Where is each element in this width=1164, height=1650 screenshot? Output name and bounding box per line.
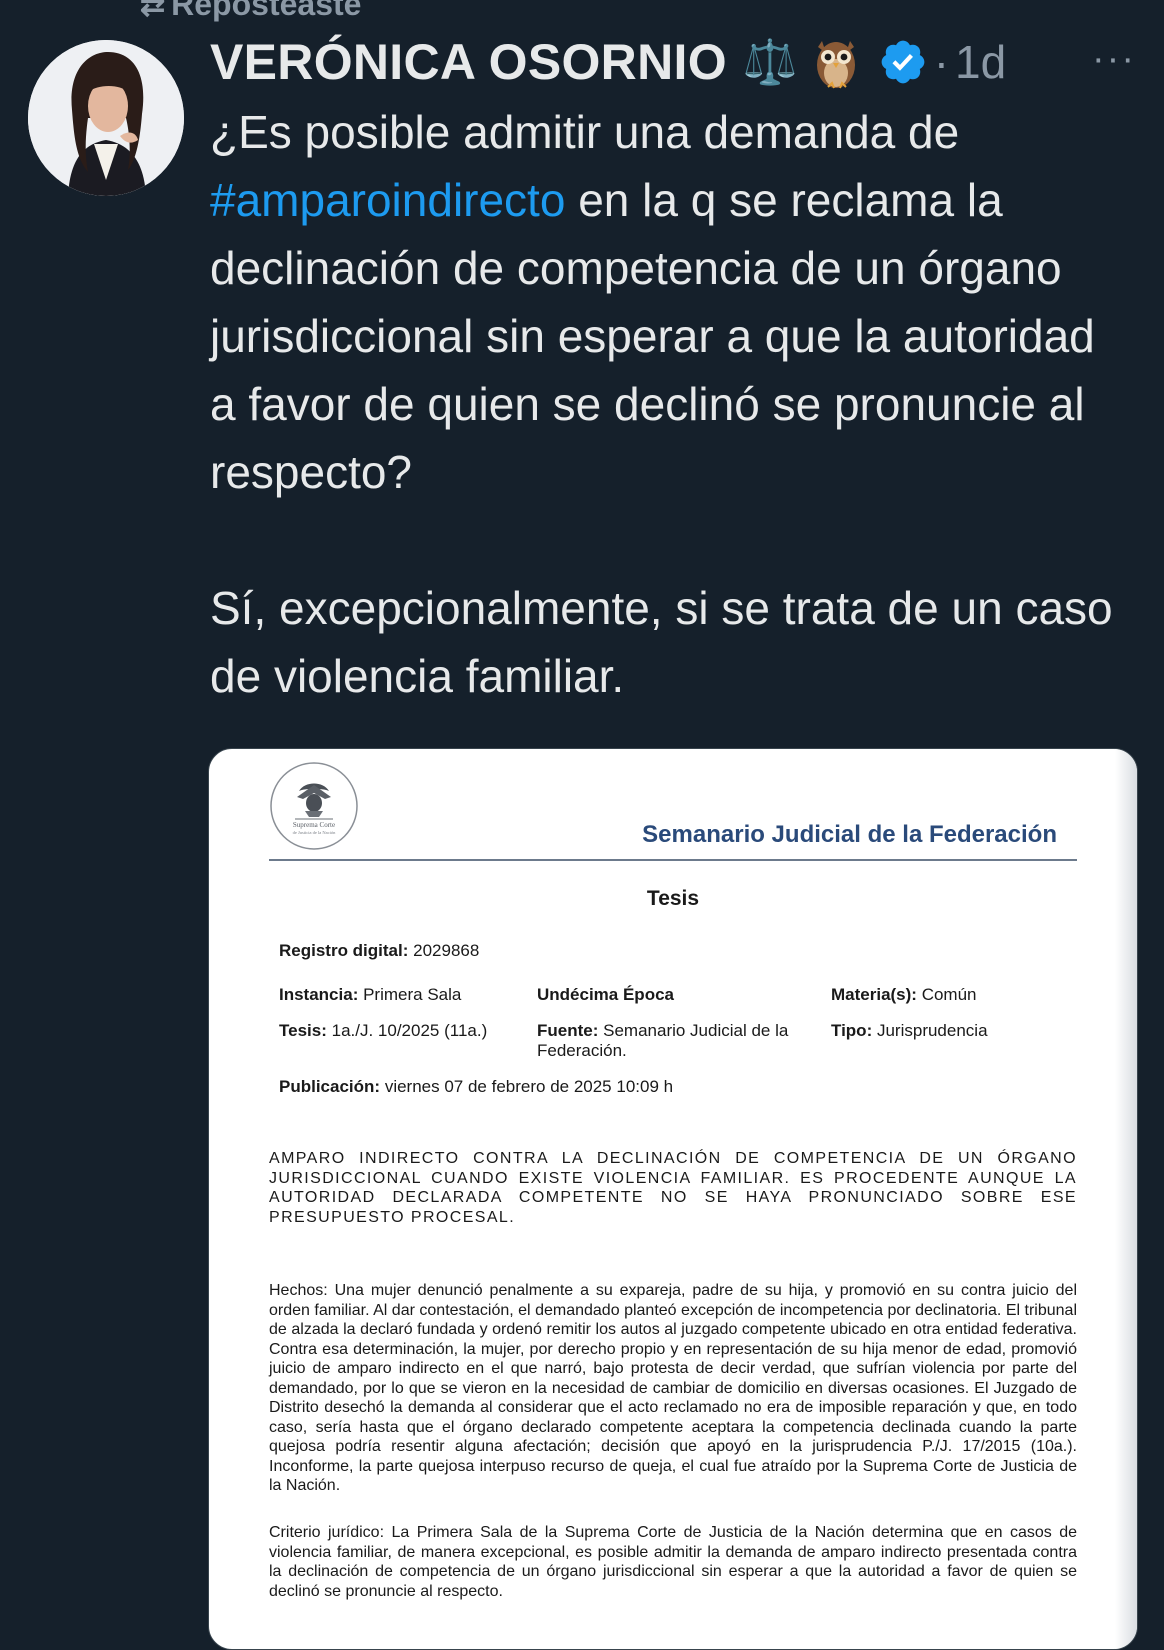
verified-badge-icon (881, 40, 925, 84)
tweet-answer: Sí, excepcionalmente, si se trata de un … (210, 582, 1113, 702)
document-heading: Tesis (646, 887, 700, 910)
separator-dot: · (933, 36, 950, 88)
repost-icon: ⇄ (140, 0, 166, 22)
repost-label: Reposteaste (171, 0, 362, 22)
materia: Materia(s): Común (831, 985, 977, 1004)
scales-emoji: ⚖️ (742, 37, 798, 88)
instancia: Instancia: Primera Sala (279, 985, 462, 1004)
page-edge-shadow (1115, 749, 1137, 1649)
hechos-paragraph: Hechos: Una mujer denunció penalmente a … (269, 1282, 1077, 1494)
publicacion: Publicación: viernes 07 de febrero de 20… (279, 1077, 674, 1096)
header-divider (269, 859, 1077, 861)
seal-text-2: de Justicia de la Nación (293, 830, 336, 835)
avatar[interactable] (28, 40, 184, 196)
thesis-rubro: AMPARO INDIRECTO CONTRA LA DECLINACIÓN D… (269, 1150, 1077, 1226)
attached-image[interactable]: Suprema Corte de Justicia de la Nación S… (208, 748, 1138, 1650)
tweet-question: ¿Es posible admitir una demanda de #ampa… (210, 98, 1130, 506)
publication-title: Semanario Judicial de la Federación (642, 821, 1057, 848)
repost-indicator: ⇄ Reposteaste (140, 0, 361, 23)
owl-icon (816, 41, 855, 89)
criterio-paragraph: Criterio jurídico: La Primera Sala de la… (269, 1524, 1077, 1600)
author-name[interactable]: VERÓNICA OSORNIO (210, 33, 727, 91)
tesis-numero: Tesis: 1a./J. 10/2025 (11a.) (279, 1021, 488, 1040)
fuente: Fuente: Semanario Judicial de la Federac… (537, 1021, 789, 1060)
more-options-button[interactable]: ··· (1092, 38, 1136, 81)
post-time[interactable]: 1d (955, 35, 1006, 89)
hashtag-link[interactable]: #amparoindirecto (210, 174, 565, 226)
scjn-seal-logo: Suprema Corte de Justicia de la Nación (270, 762, 358, 850)
tweet-body: ¿Es posible admitir una demanda de #ampa… (210, 98, 1130, 710)
tweet-text-before-hashtag: ¿Es posible admitir una demanda de (210, 106, 960, 158)
registro-digital: Registro digital: 2029868 (279, 941, 480, 960)
seal-text-1: Suprema Corte (293, 821, 335, 829)
tipo: Tipo: Jurisprudencia (831, 1021, 988, 1040)
tweet-header: VERÓNICA OSORNIO ⚖️ · 1d (210, 32, 1150, 92)
epoca: Undécima Época (537, 985, 674, 1004)
